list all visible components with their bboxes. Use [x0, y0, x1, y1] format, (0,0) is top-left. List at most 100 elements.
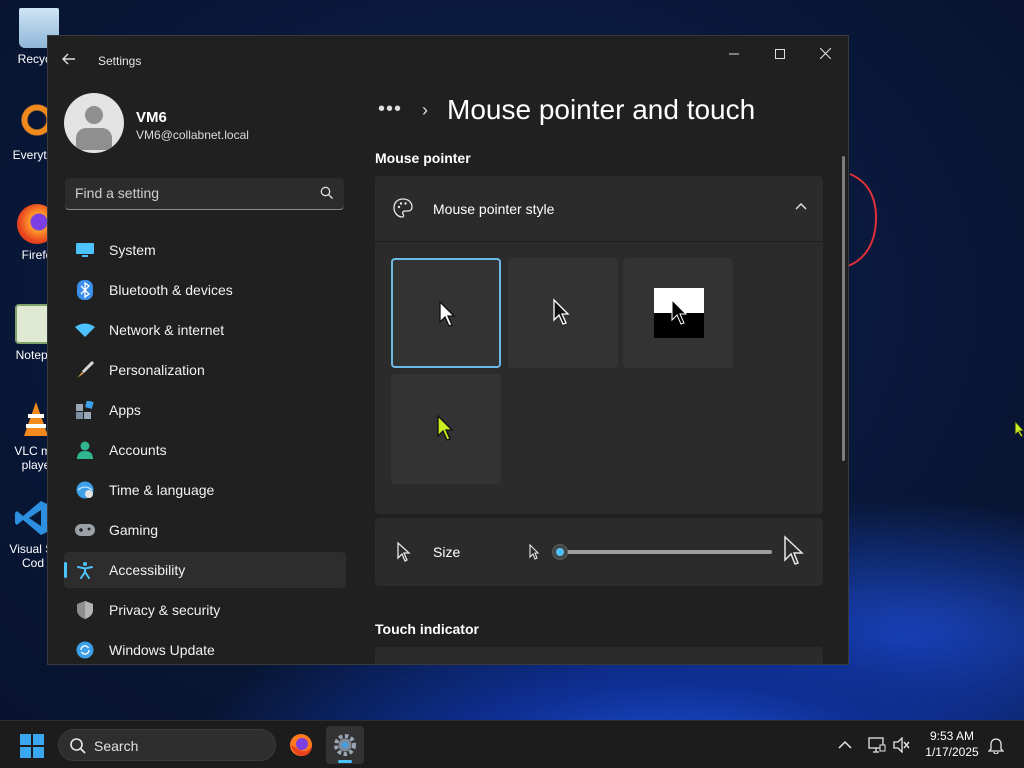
- speaker-muted-icon[interactable]: [893, 737, 911, 753]
- taskbar: Search 9:53 AM 1/17/2025: [0, 720, 1024, 768]
- globe-clock-icon: [75, 480, 95, 500]
- avatar-head: [85, 106, 103, 124]
- accessibility-icon: [75, 560, 95, 580]
- touch-indicator-card[interactable]: [375, 647, 823, 664]
- avatar-body: [76, 128, 112, 150]
- update-icon: [75, 640, 95, 660]
- sidebar-item-label: Bluetooth & devices: [109, 282, 233, 298]
- sidebar-item-label: Time & language: [109, 482, 215, 498]
- windows-logo-pane: [20, 747, 31, 758]
- pointer-size-icon: [397, 541, 411, 562]
- minimize-icon: [729, 53, 739, 55]
- system-monitor-icon: [75, 240, 95, 260]
- bluetooth-icon: [75, 280, 95, 300]
- sidebar-item-label: Personalization: [109, 362, 205, 378]
- start-button[interactable]: [20, 734, 44, 758]
- find-setting-search: [65, 178, 344, 210]
- sidebar-item-windows-update[interactable]: Windows Update: [64, 632, 346, 664]
- sidebar-item-label: Apps: [109, 402, 141, 418]
- red-annotation-scribble: [847, 173, 878, 267]
- sidebar-item-system[interactable]: System: [64, 232, 346, 268]
- desktop-cursor-icon: [1014, 420, 1024, 438]
- sidebar-item-gaming[interactable]: Gaming: [64, 512, 346, 548]
- firefox-icon: [290, 734, 312, 756]
- mouse-pointer-style-label: Mouse pointer style: [433, 201, 555, 217]
- search-icon: [320, 186, 333, 199]
- chevron-up-icon[interactable]: [838, 740, 852, 750]
- wifi-icon: [75, 320, 95, 340]
- avatar[interactable]: [64, 93, 124, 153]
- mouse-pointer-style-header[interactable]: Mouse pointer style: [375, 176, 823, 242]
- white-cursor-icon: [439, 300, 456, 327]
- back-button[interactable]: [62, 52, 82, 70]
- taskbar-clock[interactable]: 9:53 AM 1/17/2025: [918, 728, 986, 760]
- sidebar-item-time-language[interactable]: Time & language: [64, 472, 346, 508]
- maximize-icon: [775, 49, 785, 59]
- apps-icon: [75, 400, 95, 420]
- windows-logo-pane: [33, 734, 44, 745]
- breadcrumb-more-button[interactable]: •••: [378, 98, 402, 121]
- small-cursor-icon: [529, 544, 540, 560]
- sidebar-item-label: Network & internet: [109, 322, 225, 338]
- window-title: Settings: [98, 54, 142, 68]
- close-button[interactable]: [802, 44, 848, 66]
- sidebar-nav: System Bluetooth & devices Network & int…: [64, 232, 346, 664]
- pointer-size-slider-track[interactable]: [561, 550, 772, 554]
- taskbar-search[interactable]: Search: [58, 729, 276, 761]
- sidebar-item-network-internet[interactable]: Network & internet: [64, 312, 346, 348]
- search-input[interactable]: [65, 178, 305, 208]
- sidebar-item-accessibility[interactable]: Accessibility: [64, 552, 346, 588]
- clock-date: 1/17/2025: [925, 745, 979, 759]
- content-scrollbar[interactable]: [842, 156, 845, 461]
- title-bar: Settings: [48, 36, 848, 84]
- paintbrush-icon: [75, 360, 95, 380]
- chevron-up-icon[interactable]: [795, 202, 807, 210]
- sidebar-item-bluetooth-devices[interactable]: Bluetooth & devices: [64, 272, 346, 308]
- sidebar-item-privacy-security[interactable]: Privacy & security: [64, 592, 346, 628]
- mouse-pointer-style-card: Mouse pointer style: [375, 176, 823, 514]
- arrow-left-icon: [62, 53, 75, 65]
- pointer-size-label: Size: [433, 544, 461, 560]
- section-heading-mouse-pointer: Mouse pointer: [375, 150, 471, 166]
- windows-logo-pane: [33, 747, 44, 758]
- maximize-button[interactable]: [757, 44, 803, 66]
- taskbar-app-settings[interactable]: [326, 726, 364, 764]
- notification-bell-icon[interactable]: [988, 736, 1004, 754]
- windows-logo-pane: [20, 734, 31, 745]
- sidebar-item-accounts[interactable]: Accounts: [64, 432, 346, 468]
- sidebar-item-apps[interactable]: Apps: [64, 392, 346, 428]
- search-icon: [70, 738, 86, 754]
- inverted-cursor-icon: [671, 298, 688, 325]
- gear-icon: [334, 734, 356, 756]
- breadcrumb-separator: ›: [422, 100, 428, 120]
- taskbar-app-firefox[interactable]: [282, 726, 320, 764]
- sidebar-item-label: System: [109, 242, 156, 258]
- pointer-size-slider-thumb[interactable]: [552, 544, 568, 560]
- sidebar-item-label: Accessibility: [109, 562, 186, 578]
- network-display-icon[interactable]: [868, 737, 886, 753]
- palette-icon: [393, 198, 413, 218]
- pointer-size-card: Size: [375, 518, 823, 586]
- close-icon: [819, 47, 831, 60]
- pointer-style-white[interactable]: [391, 258, 501, 368]
- minimize-button[interactable]: [711, 44, 757, 66]
- large-cursor-icon: [784, 535, 804, 565]
- sidebar-item-label: Gaming: [109, 522, 159, 538]
- active-app-indicator: [338, 760, 352, 763]
- pointer-style-black[interactable]: [508, 258, 618, 368]
- section-heading-touch-indicator: Touch indicator: [375, 621, 479, 637]
- pointer-style-custom[interactable]: [391, 374, 501, 484]
- pointer-style-inverted[interactable]: [623, 258, 733, 368]
- sidebar-item-label: Windows Update: [109, 642, 215, 658]
- profile-name: VM6: [136, 109, 167, 126]
- sidebar-item-label: Privacy & security: [109, 602, 221, 618]
- custom-color-cursor-icon: [437, 414, 454, 441]
- sidebar-item-personalization[interactable]: Personalization: [64, 352, 346, 388]
- sidebar-item-label: Accounts: [109, 442, 167, 458]
- page-title: Mouse pointer and touch: [447, 94, 756, 125]
- settings-window: Settings VM6 VM6@collabnet.local System …: [47, 35, 849, 665]
- profile-email: VM6@collabnet.local: [136, 128, 249, 142]
- shield-icon: [75, 600, 95, 620]
- person-icon: [75, 440, 95, 460]
- clock-time: 9:53 AM: [929, 729, 975, 743]
